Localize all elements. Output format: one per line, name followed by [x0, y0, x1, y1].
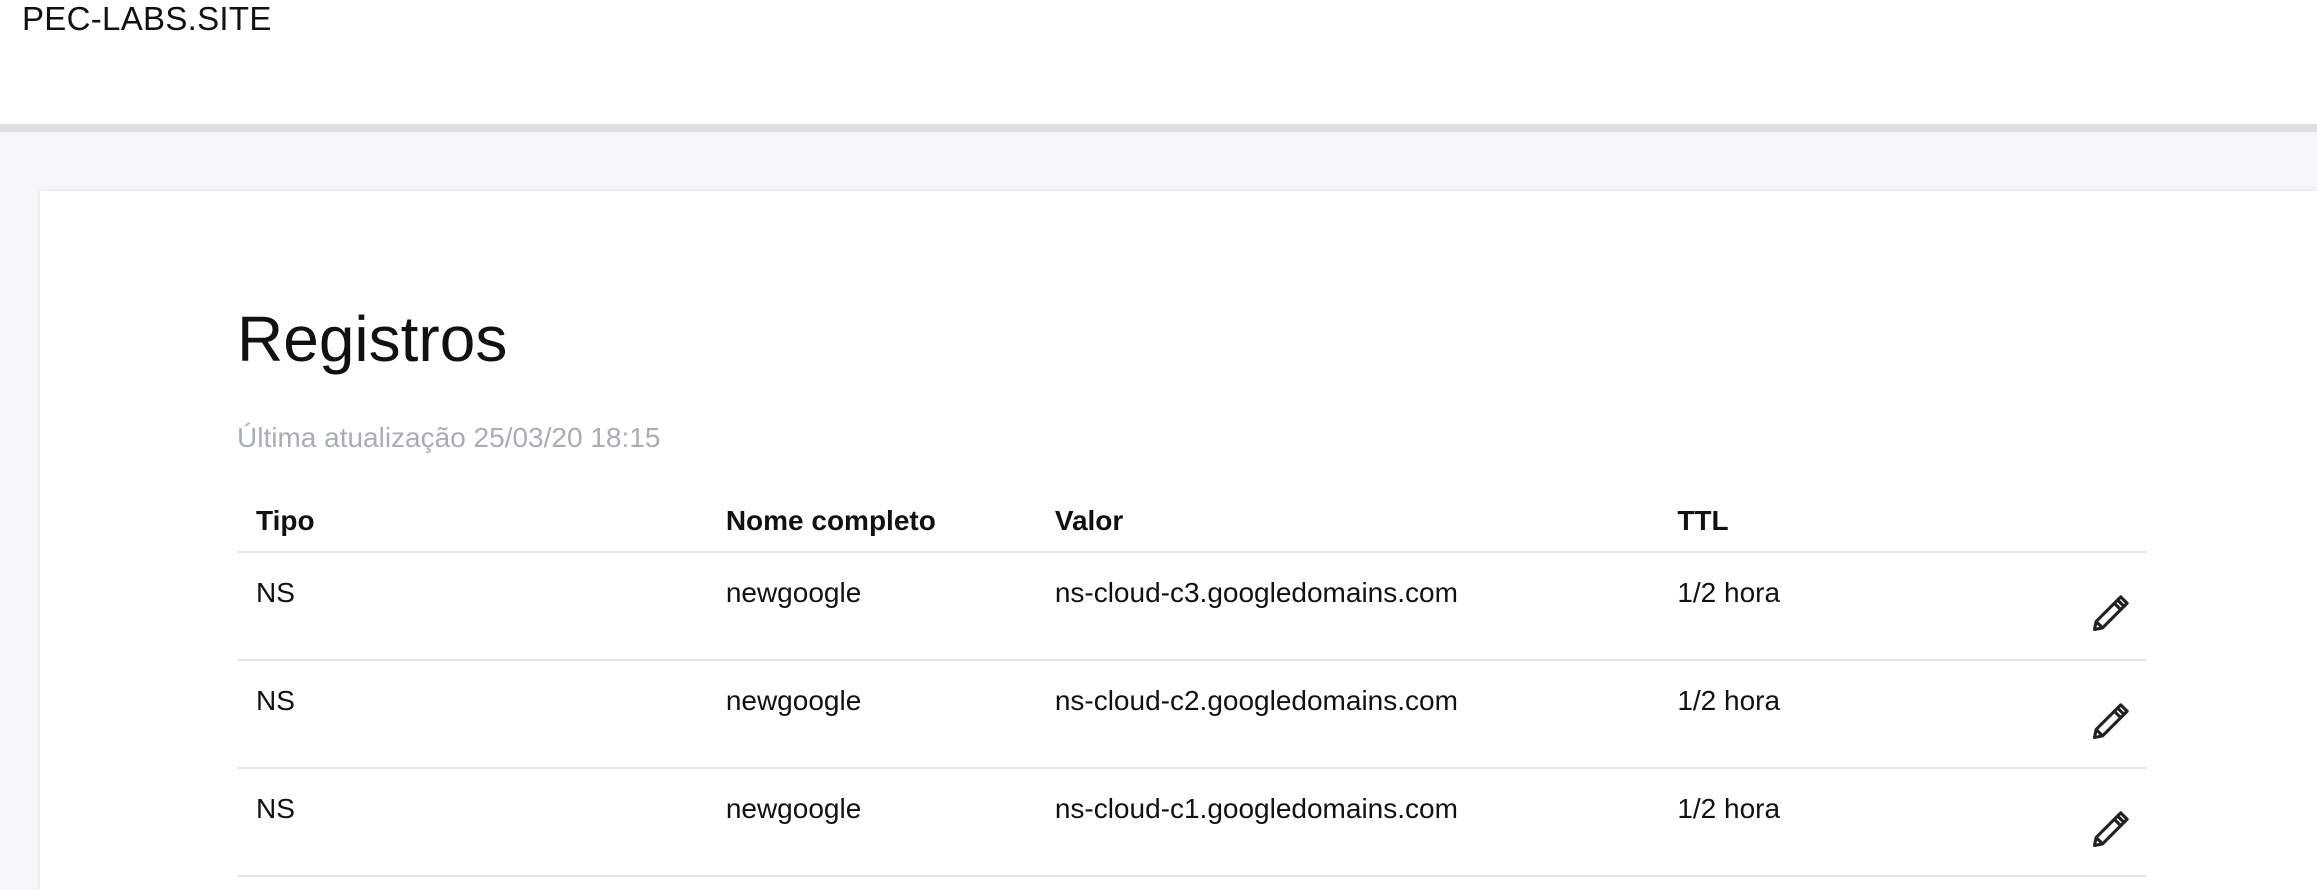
record-name: newgoogle: [706, 660, 1036, 769]
record-name: newgoogle: [706, 768, 1036, 877]
edit-record-button[interactable]: [2089, 699, 2133, 743]
column-header-type: Tipo: [237, 491, 707, 553]
column-header-ttl: TTL: [1658, 491, 1998, 553]
record-value: ns-cloud-c2.googledomains.com: [1035, 660, 1659, 769]
table-row: NS newgoogle ns-cloud-c3.googledomains.c…: [237, 552, 2147, 661]
records-card: Registros Última atualização 25/03/20 18…: [40, 191, 2317, 890]
column-header-name: Nome completo: [706, 491, 1036, 553]
record-type: NS: [237, 660, 707, 769]
record-actions: [1997, 768, 2147, 877]
last-updated-text: Última atualização 25/03/20 18:15: [237, 422, 661, 453]
pencil-icon: [2092, 595, 2129, 632]
table-row: NS newgoogle ns-cloud-c1.googledomains.c…: [237, 768, 2147, 877]
record-value: ns-cloud-c3.googledomains.com: [1035, 552, 1659, 661]
site-name: PEC-LABS.SITE: [22, 0, 272, 37]
page-title: Registros: [237, 303, 508, 375]
pencil-icon: [2092, 703, 2129, 740]
dns-records-table: Tipo Nome completo Valor TTL NS newgoogl…: [237, 491, 2147, 877]
record-value: ns-cloud-c1.googledomains.com: [1035, 768, 1659, 877]
record-type: NS: [237, 552, 707, 661]
record-type: NS: [237, 768, 707, 877]
edit-record-button[interactable]: [2089, 807, 2133, 851]
record-actions: [1997, 552, 2147, 661]
record-ttl: 1/2 hora: [1658, 768, 1998, 877]
record-name: newgoogle: [706, 552, 1036, 661]
pencil-icon: [2092, 811, 2129, 848]
table-row: NS newgoogle ns-cloud-c2.googledomains.c…: [237, 660, 2147, 769]
record-ttl: 1/2 hora: [1658, 660, 1998, 769]
column-header-value: Valor: [1035, 491, 1659, 553]
record-ttl: 1/2 hora: [1658, 552, 1998, 661]
edit-record-button[interactable]: [2089, 591, 2133, 635]
table-header-row: Tipo Nome completo Valor TTL: [237, 491, 2147, 553]
column-header-actions: [1997, 491, 2147, 553]
record-actions: [1997, 660, 2147, 769]
top-header: PEC-LABS.SITE: [0, 0, 2317, 132]
